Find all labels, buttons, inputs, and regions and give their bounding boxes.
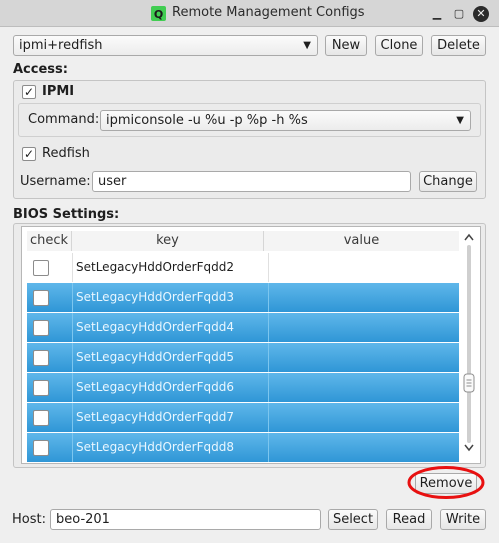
row-check-cell [27,253,73,282]
table-row[interactable]: SetLegacyHddOrderFqdd2 [27,253,459,282]
table-row[interactable]: SetLegacyHddOrderFqdd8 [27,433,459,462]
row-key-cell[interactable]: SetLegacyHddOrderFqdd8 [72,433,269,462]
annotation-circle [407,466,485,499]
row-key-cell[interactable]: SetLegacyHddOrderFqdd7 [72,403,269,432]
scroll-up-icon[interactable] [464,233,474,241]
row-checkbox[interactable] [33,260,49,276]
row-checkbox[interactable] [33,350,49,366]
username-field[interactable]: user [92,171,411,192]
column-header-check[interactable]: check [27,231,72,251]
ipmi-label: IPMI [42,84,75,99]
scroll-down-icon[interactable] [464,444,474,452]
bios-heading: BIOS Settings: [13,207,120,222]
read-button[interactable]: Read [386,509,432,530]
row-value-cell[interactable] [264,253,459,282]
svg-text:Q: Q [154,8,163,21]
table-scrollbar[interactable] [462,231,476,457]
ipmi-checkbox[interactable]: ✓ [22,85,36,99]
row-value-cell[interactable] [264,283,459,312]
username-label: Username: [20,174,91,189]
row-checkbox[interactable] [33,440,49,456]
app-icon: Q [151,6,166,21]
redfish-label: Redfish [42,146,90,161]
row-check-cell [27,343,73,372]
row-check-cell [27,313,73,342]
column-header-value[interactable]: value [264,231,459,251]
select-button[interactable]: Select [328,509,378,530]
chevron-down-icon: ▼ [456,115,464,126]
host-label: Host: [12,512,46,527]
row-check-cell [27,433,73,462]
row-key-cell[interactable]: SetLegacyHddOrderFqdd4 [72,313,269,342]
chevron-down-icon: ▼ [303,40,311,51]
new-button[interactable]: New [325,35,367,56]
table-row[interactable]: SetLegacyHddOrderFqdd5 [27,343,459,372]
row-value-cell[interactable] [264,373,459,402]
window-title: Remote Management Configs [172,5,365,20]
row-value-cell[interactable] [264,433,459,462]
table-row[interactable]: SetLegacyHddOrderFqdd7 [27,403,459,432]
row-checkbox[interactable] [33,290,49,306]
table-row[interactable]: SetLegacyHddOrderFqdd6 [27,373,459,402]
row-check-cell [27,403,73,432]
minimize-icon[interactable]: ▁ [429,6,445,22]
row-check-cell [27,283,73,312]
row-value-cell[interactable] [264,343,459,372]
table-row[interactable]: SetLegacyHddOrderFqdd4 [27,313,459,342]
config-select[interactable]: ipmi+redfish ▼ [13,35,318,56]
delete-button[interactable]: Delete [431,35,486,56]
table-row[interactable]: SetLegacyHddOrderFqdd3 [27,283,459,312]
column-header-key[interactable]: key [72,231,264,251]
redfish-checkbox[interactable]: ✓ [22,147,36,161]
close-icon[interactable]: ✕ [473,6,489,22]
command-select[interactable]: ipmiconsole -u %u -p %p -h %s ▼ [100,110,471,131]
row-value-cell[interactable] [264,313,459,342]
command-label: Command: [28,112,100,127]
host-field[interactable]: beo-201 [50,509,321,530]
row-key-cell[interactable]: SetLegacyHddOrderFqdd5 [72,343,269,372]
maximize-icon[interactable]: ▢ [451,6,467,22]
row-checkbox[interactable] [33,320,49,336]
row-key-cell[interactable]: SetLegacyHddOrderFqdd3 [72,283,269,312]
row-key-cell[interactable]: SetLegacyHddOrderFqdd6 [72,373,269,402]
write-button[interactable]: Write [440,509,486,530]
row-checkbox[interactable] [33,380,49,396]
row-value-cell[interactable] [264,403,459,432]
change-button[interactable]: Change [419,171,477,192]
row-check-cell [27,373,73,402]
config-select-value: ipmi+redfish [19,38,103,53]
clone-button[interactable]: Clone [375,35,423,56]
row-checkbox[interactable] [33,410,49,426]
command-select-value: ipmiconsole -u %u -p %p -h %s [106,113,308,128]
row-key-cell[interactable]: SetLegacyHddOrderFqdd2 [72,253,269,282]
access-heading: Access: [13,62,68,77]
